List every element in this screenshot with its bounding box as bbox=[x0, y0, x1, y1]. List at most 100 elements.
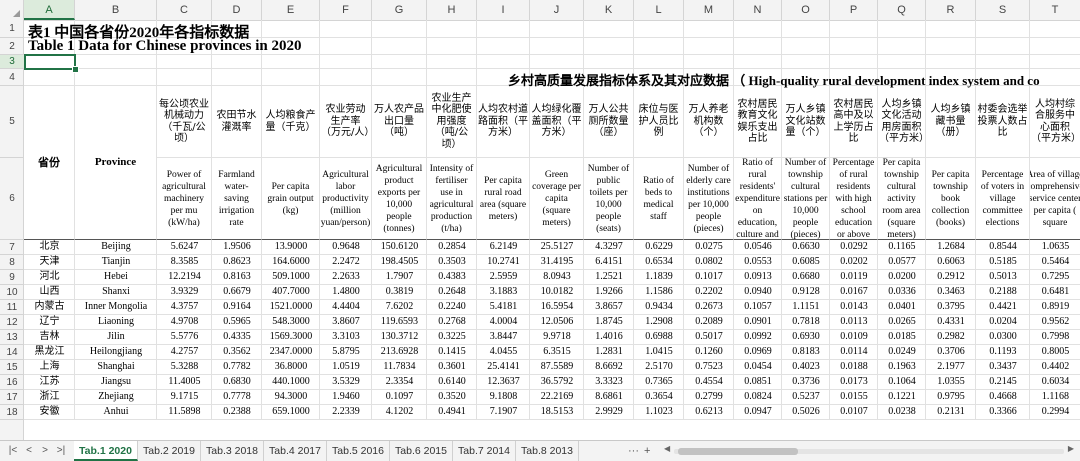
grid-cell[interactable] bbox=[262, 69, 320, 86]
row-header-12[interactable]: 12 bbox=[0, 315, 24, 330]
grid-cell[interactable] bbox=[262, 20, 320, 38]
grid-cell[interactable] bbox=[878, 55, 926, 69]
grid-cell[interactable] bbox=[734, 38, 782, 55]
column-header-t[interactable]: T bbox=[1030, 0, 1080, 20]
grid-cell[interactable] bbox=[427, 55, 477, 69]
row-header-7[interactable]: 7 bbox=[0, 240, 24, 255]
row-header-11[interactable]: 11 bbox=[0, 300, 24, 315]
grid-cell[interactable] bbox=[372, 20, 427, 38]
grid-cell[interactable] bbox=[584, 55, 634, 69]
row-header-1[interactable]: 1 bbox=[0, 20, 24, 38]
grid-cell[interactable] bbox=[530, 38, 584, 55]
sheet-tab[interactable]: Tab.3 2018 bbox=[201, 441, 264, 461]
grid-cell[interactable] bbox=[427, 69, 477, 86]
grid-cell[interactable] bbox=[634, 38, 684, 55]
column-header-i[interactable]: I bbox=[477, 0, 530, 20]
row-header-8[interactable]: 8 bbox=[0, 255, 24, 270]
tab-nav-prev-icon[interactable]: < bbox=[22, 441, 36, 461]
sheet-tab[interactable]: Tab.4 2017 bbox=[264, 441, 327, 461]
column-header-p[interactable]: P bbox=[830, 0, 878, 20]
column-header-l[interactable]: L bbox=[634, 0, 684, 20]
grid-cell[interactable] bbox=[427, 20, 477, 38]
grid-cell[interactable] bbox=[878, 20, 926, 38]
column-header-n[interactable]: N bbox=[734, 0, 782, 20]
grid-cell[interactable] bbox=[75, 55, 157, 69]
column-header-a[interactable]: A bbox=[24, 0, 75, 20]
grid-cell[interactable] bbox=[262, 55, 320, 69]
grid-cell[interactable] bbox=[634, 20, 684, 38]
row-header-6[interactable]: 6 bbox=[0, 158, 24, 240]
grid-cell[interactable] bbox=[372, 55, 427, 69]
column-header-d[interactable]: D bbox=[212, 0, 262, 20]
grid-cell[interactable] bbox=[782, 20, 830, 38]
grid-cell[interactable] bbox=[75, 69, 157, 86]
column-header-r[interactable]: R bbox=[926, 0, 976, 20]
grid-cell[interactable] bbox=[212, 69, 262, 86]
row-header-3[interactable]: 3 bbox=[0, 55, 24, 69]
grid-cell[interactable] bbox=[976, 55, 1030, 69]
sheet-tab[interactable]: Tab.7 2014 bbox=[453, 441, 516, 461]
active-cell-cursor[interactable] bbox=[24, 54, 76, 70]
row-header-5[interactable]: 5 bbox=[0, 86, 24, 158]
column-header-h[interactable]: H bbox=[427, 0, 477, 20]
fill-handle[interactable] bbox=[72, 66, 79, 73]
scroll-right-icon[interactable]: ▶ bbox=[1068, 444, 1074, 453]
tab-nav-last-icon[interactable]: >| bbox=[54, 441, 68, 461]
row-header-13[interactable]: 13 bbox=[0, 330, 24, 345]
grid-cell[interactable] bbox=[212, 55, 262, 69]
column-header-f[interactable]: F bbox=[320, 0, 372, 20]
column-header-s[interactable]: S bbox=[976, 0, 1030, 20]
grid-cell[interactable] bbox=[157, 55, 212, 69]
grid-cell[interactable] bbox=[782, 38, 830, 55]
grid-cell[interactable] bbox=[926, 20, 976, 38]
row-header-17[interactable]: 17 bbox=[0, 390, 24, 405]
grid-cell[interactable] bbox=[477, 38, 530, 55]
column-header-j[interactable]: J bbox=[530, 0, 584, 20]
row-header-10[interactable]: 10 bbox=[0, 285, 24, 300]
row-header-2[interactable]: 2 bbox=[0, 38, 24, 55]
grid-cell[interactable] bbox=[477, 20, 530, 38]
grid-cell[interactable] bbox=[830, 38, 878, 55]
column-header-m[interactable]: M bbox=[684, 0, 734, 20]
sheet-tab[interactable]: Tab.2 2019 bbox=[138, 441, 201, 461]
grid-cell[interactable] bbox=[530, 55, 584, 69]
grid-cell[interactable] bbox=[530, 20, 584, 38]
sheet-grid[interactable]: 表1 中国各省份2020年各指标数据 Table 1 Data for Chine… bbox=[24, 20, 1080, 440]
grid-cell[interactable] bbox=[926, 38, 976, 55]
row-header-15[interactable]: 15 bbox=[0, 360, 24, 375]
grid-cell[interactable] bbox=[976, 38, 1030, 55]
grid-cell[interactable] bbox=[782, 55, 830, 69]
grid-cell[interactable] bbox=[830, 55, 878, 69]
column-header-e[interactable]: E bbox=[262, 0, 320, 20]
grid-cell[interactable] bbox=[684, 20, 734, 38]
grid-cell[interactable] bbox=[372, 69, 427, 86]
grid-cell[interactable] bbox=[734, 20, 782, 38]
grid-cell[interactable] bbox=[427, 38, 477, 55]
grid-cell[interactable] bbox=[320, 38, 372, 55]
grid-cell[interactable] bbox=[584, 20, 634, 38]
column-header-b[interactable]: B bbox=[75, 0, 157, 20]
grid-cell[interactable] bbox=[684, 55, 734, 69]
grid-cell[interactable] bbox=[372, 38, 427, 55]
horizontal-scrollbar[interactable]: ◀ ▶ bbox=[664, 444, 1074, 456]
grid-cell[interactable] bbox=[684, 38, 734, 55]
grid-cell[interactable] bbox=[634, 55, 684, 69]
grid-cell[interactable] bbox=[477, 55, 530, 69]
row-header-14[interactable]: 14 bbox=[0, 345, 24, 360]
grid-cell[interactable] bbox=[1030, 20, 1080, 38]
grid-cell[interactable] bbox=[1030, 38, 1080, 55]
grid-cell[interactable] bbox=[926, 55, 976, 69]
grid-cell[interactable] bbox=[584, 38, 634, 55]
row-header-9[interactable]: 9 bbox=[0, 270, 24, 285]
column-header-q[interactable]: Q bbox=[878, 0, 926, 20]
grid-cell[interactable] bbox=[734, 55, 782, 69]
column-header-o[interactable]: O bbox=[782, 0, 830, 20]
grid-cell[interactable] bbox=[976, 20, 1030, 38]
more-tabs-button[interactable]: ··· bbox=[628, 441, 639, 461]
grid-cell[interactable] bbox=[24, 69, 75, 86]
grid-cell[interactable] bbox=[1030, 55, 1080, 69]
column-header-c[interactable]: C bbox=[157, 0, 212, 20]
row-header-4[interactable]: 4 bbox=[0, 69, 24, 86]
column-header-g[interactable]: G bbox=[372, 0, 427, 20]
row-header-18[interactable]: 18 bbox=[0, 405, 24, 420]
